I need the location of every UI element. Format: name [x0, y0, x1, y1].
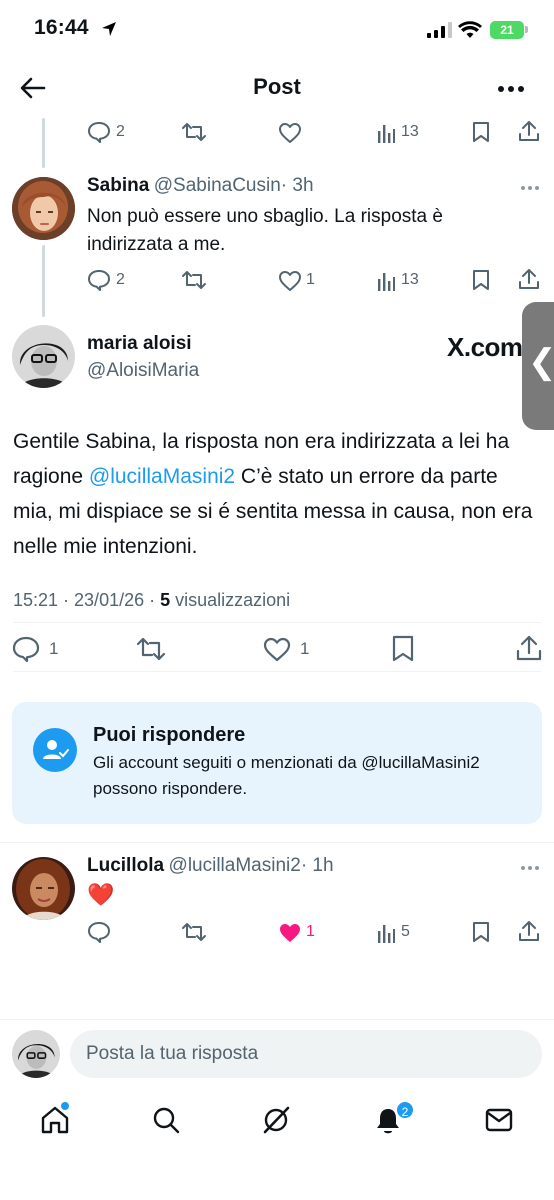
bookmark-icon[interactable]	[472, 921, 490, 943]
like-icon[interactable]	[278, 122, 302, 143]
location-arrow-icon	[102, 22, 116, 36]
bookmark-icon[interactable]	[472, 269, 490, 291]
views-count: 13	[401, 123, 419, 140]
post-text: Gentile Sabina, la risposta non era indi…	[13, 424, 543, 564]
side-panel-handle[interactable]: ❮	[522, 302, 554, 430]
author-handle[interactable]: @AloisiMaria	[87, 360, 199, 382]
reply-icon[interactable]	[87, 121, 111, 143]
divider	[13, 622, 541, 623]
avatar[interactable]	[12, 325, 75, 388]
repost-icon[interactable]	[181, 921, 207, 943]
reply-icon[interactable]	[87, 921, 111, 943]
page-title: Post	[253, 74, 301, 99]
views-icon[interactable]	[377, 271, 395, 291]
chevron-left-icon: ❮	[528, 343, 554, 381]
wifi-icon	[458, 21, 482, 38]
xcom-watermark: X.com	[447, 332, 523, 362]
reply-permission-text: Gli account seguiti o menzionati da @luc…	[93, 753, 480, 798]
author-name[interactable]: maria aloisi	[87, 333, 192, 355]
views-count: 5	[160, 590, 171, 610]
like-icon[interactable]	[263, 637, 291, 662]
tweet-header: Lucillola @lucillaMasini2· 1h	[87, 855, 334, 877]
reply-icon[interactable]	[87, 269, 111, 291]
tweet-header: Sabina @SabinaCusin· 3h	[87, 175, 314, 197]
more-options-icon[interactable]	[498, 85, 524, 93]
tweet-more-icon[interactable]	[520, 185, 540, 191]
views-label: visualizzazioni	[170, 590, 291, 610]
grok-icon[interactable]	[261, 1105, 291, 1135]
tweet-more-icon[interactable]	[520, 865, 540, 871]
share-icon[interactable]	[516, 635, 542, 661]
repost-icon[interactable]	[181, 269, 207, 291]
author-handle[interactable]: @lucillaMasini2	[169, 855, 301, 876]
avatar-image	[12, 177, 75, 240]
reply-input[interactable]: Posta la tua risposta	[70, 1030, 542, 1078]
share-icon[interactable]	[518, 920, 540, 942]
status-time: 16:44	[34, 16, 89, 39]
messages-icon[interactable]	[485, 1108, 513, 1132]
repost-icon[interactable]	[181, 121, 207, 143]
divider	[0, 842, 554, 843]
bookmark-icon[interactable]	[392, 635, 414, 662]
avatar-image	[12, 1030, 60, 1078]
tweet-time: · 1h	[300, 855, 334, 876]
divider	[0, 1019, 554, 1020]
reply-icon[interactable]	[12, 636, 40, 662]
tweet-text: Non può essere uno sbaglio. La risposta …	[87, 206, 443, 255]
reply-count: 1	[49, 639, 59, 658]
repost-icon[interactable]	[136, 636, 166, 662]
notifications-badge: 2	[395, 1100, 415, 1120]
search-icon[interactable]	[152, 1106, 180, 1134]
share-icon[interactable]	[518, 268, 540, 290]
like-count: 1	[306, 271, 315, 288]
bookmark-icon[interactable]	[472, 121, 490, 143]
avatar[interactable]	[12, 857, 75, 920]
avatar[interactable]	[12, 177, 75, 240]
mention-link[interactable]: @lucillaMasini2	[89, 465, 235, 488]
views-count: 13	[401, 271, 419, 288]
reply-count: 2	[116, 123, 125, 140]
people-check-icon	[33, 728, 77, 772]
tweet-text: ❤️	[87, 882, 115, 907]
cellular-signal-icon	[427, 22, 452, 38]
divider	[13, 671, 541, 672]
compose-avatar[interactable]	[12, 1030, 60, 1078]
avatar-image	[12, 325, 75, 388]
home-unread-dot	[61, 1102, 69, 1110]
liked-heart-icon[interactable]	[278, 922, 302, 943]
battery-tip	[525, 26, 528, 33]
views-icon[interactable]	[377, 123, 395, 143]
like-icon[interactable]	[278, 270, 302, 291]
avatar-image	[12, 857, 75, 920]
reply-permission-title: Puoi rispondere	[93, 724, 246, 746]
tweet-time: · 3h	[280, 175, 314, 196]
battery-indicator: 21	[490, 21, 524, 39]
thread-line	[42, 118, 45, 168]
reply-count: 2	[116, 271, 125, 288]
thread-line	[42, 245, 45, 317]
author-name[interactable]: Sabina	[87, 175, 149, 196]
views-count: 5	[401, 923, 410, 940]
views-icon[interactable]	[377, 923, 395, 943]
share-icon[interactable]	[518, 120, 540, 142]
author-name[interactable]: Lucillola	[87, 855, 164, 876]
like-count: 1	[300, 639, 310, 658]
author-handle[interactable]: @SabinaCusin	[154, 175, 281, 196]
post-meta: 15:21 · 23/01/26 · 5 visualizzazioni	[13, 590, 290, 611]
like-count: 1	[306, 923, 315, 940]
post-timestamp: 15:21 · 23/01/26 ·	[13, 590, 161, 610]
